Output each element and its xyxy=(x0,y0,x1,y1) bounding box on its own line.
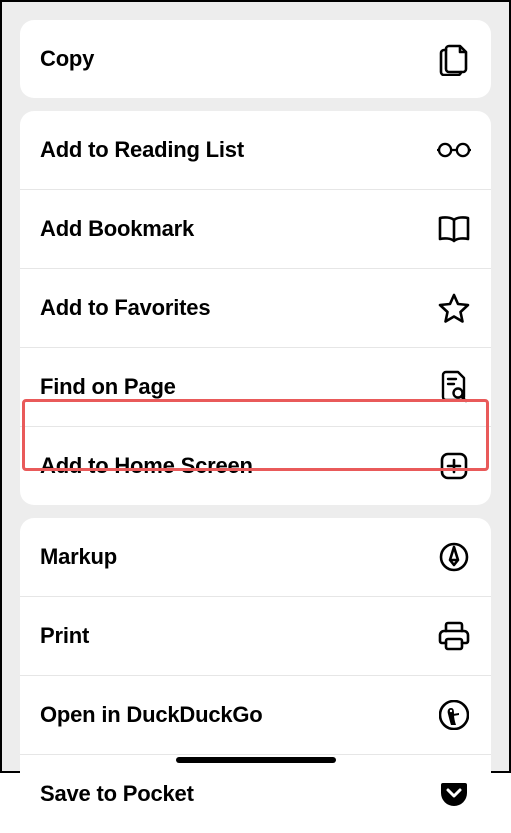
reading-list-label: Add to Reading List xyxy=(40,137,244,163)
favorites-label: Add to Favorites xyxy=(40,295,210,321)
glasses-icon xyxy=(437,133,471,167)
bookmark-row[interactable]: Add Bookmark xyxy=(20,189,491,268)
bookmark-label: Add Bookmark xyxy=(40,216,194,242)
group-main-actions: Add to Reading List Add Bookmark xyxy=(20,111,491,505)
find-on-page-label: Find on Page xyxy=(40,374,176,400)
markup-row[interactable]: Markup xyxy=(20,518,491,596)
home-screen-row[interactable]: Add to Home Screen xyxy=(20,426,491,505)
duckduckgo-label: Open in DuckDuckGo xyxy=(40,702,263,728)
pocket-icon xyxy=(437,777,471,811)
copy-label: Copy xyxy=(40,46,94,72)
star-icon xyxy=(437,291,471,325)
home-screen-label: Add to Home Screen xyxy=(40,453,253,479)
home-indicator xyxy=(176,757,336,763)
plus-square-icon xyxy=(437,449,471,483)
copy-row[interactable]: Copy xyxy=(20,20,491,98)
reading-list-row[interactable]: Add to Reading List xyxy=(20,111,491,189)
markup-label: Markup xyxy=(40,544,117,570)
find-on-page-row[interactable]: Find on Page xyxy=(20,347,491,426)
group-copy: Copy xyxy=(20,20,491,98)
duckduckgo-row[interactable]: Open in DuckDuckGo xyxy=(20,675,491,754)
favorites-row[interactable]: Add to Favorites xyxy=(20,268,491,347)
duckduckgo-icon xyxy=(437,698,471,732)
printer-icon xyxy=(437,619,471,653)
print-row[interactable]: Print xyxy=(20,596,491,675)
copy-doc-icon xyxy=(437,42,471,76)
pocket-row[interactable]: Save to Pocket xyxy=(20,754,491,833)
pocket-label: Save to Pocket xyxy=(40,781,194,807)
print-label: Print xyxy=(40,623,89,649)
book-icon xyxy=(437,212,471,246)
find-doc-icon xyxy=(437,370,471,404)
group-more-actions: Markup Print Open in DuckDuckGo xyxy=(20,518,491,833)
markup-pen-icon xyxy=(437,540,471,574)
